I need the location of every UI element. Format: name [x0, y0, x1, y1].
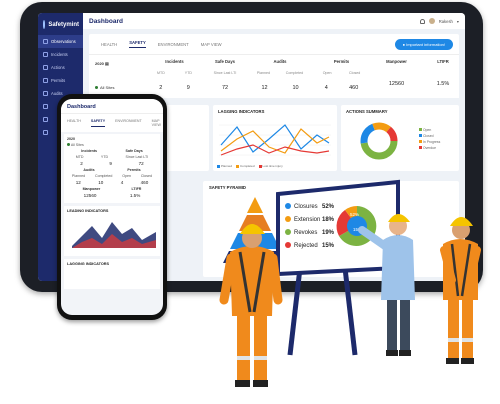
reflective-strip	[237, 356, 250, 360]
presenter-leg-right	[400, 296, 410, 352]
left-worker-leg-right	[254, 312, 267, 382]
board-value-closures: 52%	[322, 204, 335, 210]
right-worker-boot	[461, 358, 474, 364]
left-worker-boot	[235, 380, 250, 387]
left-worker-arm	[268, 253, 283, 305]
worker-right	[440, 217, 481, 364]
right-worker-leg-left	[448, 296, 459, 360]
easel-leg-left	[287, 267, 303, 356]
reflective-strip	[448, 338, 459, 342]
bullet-extension	[285, 216, 291, 222]
left-worker-torso	[230, 246, 274, 316]
left-worker-boot	[253, 380, 268, 387]
bullet-closures	[285, 203, 291, 209]
easel-leg-right	[342, 267, 358, 356]
left-worker-hardhat	[240, 224, 265, 234]
presenter-boot-left	[386, 350, 398, 356]
board-label-revokes: Revokes	[294, 230, 317, 236]
right-worker-leg-right	[462, 296, 473, 360]
presenter-leg-left	[387, 296, 397, 352]
left-worker-arm	[219, 253, 236, 305]
bullet-revokes	[285, 229, 291, 235]
board-label-closures: Closures	[294, 204, 318, 210]
reflective-strip	[462, 338, 473, 342]
right-worker-boot	[446, 358, 459, 364]
left-worker-leg-left	[237, 312, 250, 382]
right-worker-hardhat	[450, 217, 473, 226]
board-value-extension: 18%	[322, 217, 335, 223]
board-label-rejected: Rejected	[294, 243, 318, 249]
scene: Safetymint Observations Incidents Action…	[0, 0, 500, 404]
board-value-rejected: 15%	[322, 243, 335, 249]
workers-illustration: Closures 52% Extension 18% Revokes 19% R…	[219, 179, 481, 387]
worker-left	[219, 224, 283, 387]
pie-label-1: 52%	[350, 212, 359, 217]
board-value-revokes: 19%	[322, 230, 335, 236]
presenter-boot-right	[399, 350, 411, 356]
board-label-extension: Extension	[294, 217, 320, 223]
reflective-strip	[254, 356, 267, 360]
bullet-rejected	[285, 242, 291, 248]
